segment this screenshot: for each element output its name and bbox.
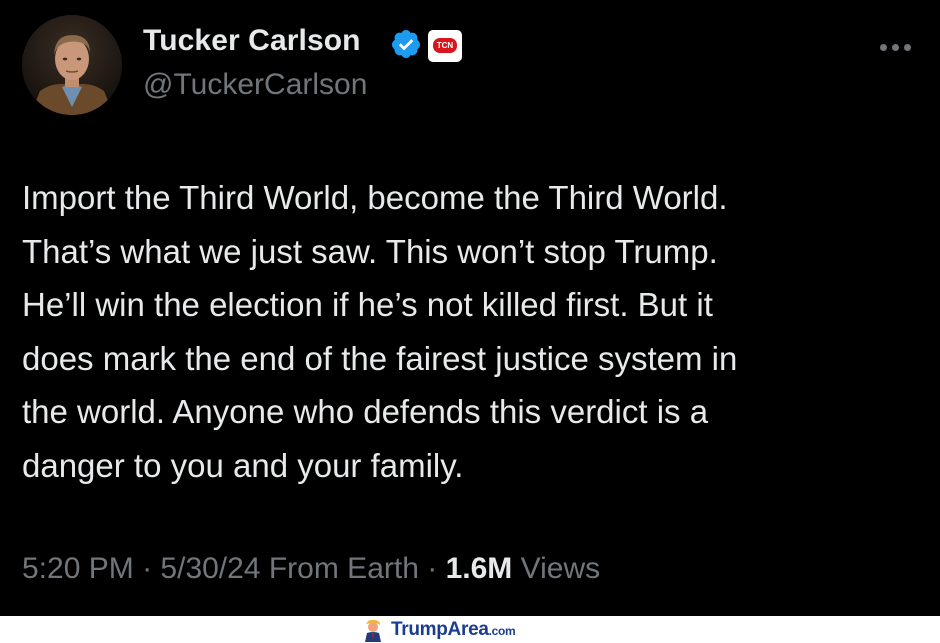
trump-mascot-icon <box>365 619 381 642</box>
watermark-brand-tld: .com <box>488 624 516 638</box>
tweet-source: From Earth <box>268 552 419 585</box>
more-horizontal-icon-dot <box>904 44 911 51</box>
more-options-button[interactable] <box>876 37 916 57</box>
watermark-footer: TrumpArea.com <box>0 616 940 643</box>
affiliate-badge[interactable]: TCN <box>428 30 462 62</box>
watermark-brand-name: TrumpArea <box>391 619 489 640</box>
views-label: Views <box>520 552 601 585</box>
more-horizontal-icon <box>880 44 887 51</box>
tweet-date[interactable]: 5/30/24 <box>160 552 260 585</box>
tweet-card[interactable]: Tucker Carlson TCN @TuckerCarlson Import… <box>0 0 940 616</box>
tweet-meta: 5:20 PM · 5/30/24 From Earth · 1.6M View… <box>22 552 600 586</box>
watermark-brand: TrumpArea.com <box>391 619 516 641</box>
more-horizontal-icon-dot <box>892 44 899 51</box>
meta-separator-2: · <box>427 552 438 585</box>
tweet-time[interactable]: 5:20 PM <box>22 552 134 585</box>
verified-badge-icon[interactable] <box>390 28 422 60</box>
affiliate-badge-label: TCN <box>433 38 457 53</box>
avatar-image <box>22 15 122 115</box>
views-count[interactable]: 1.6M <box>446 552 513 585</box>
author-handle[interactable]: @TuckerCarlson <box>143 68 367 102</box>
author-display-name[interactable]: Tucker Carlson <box>143 24 361 58</box>
tweet-text: Import the Third World, become the Third… <box>22 179 738 484</box>
page: Tucker Carlson TCN @TuckerCarlson Import… <box>0 0 940 643</box>
meta-separator: · <box>142 552 153 585</box>
avatar[interactable] <box>22 15 122 115</box>
